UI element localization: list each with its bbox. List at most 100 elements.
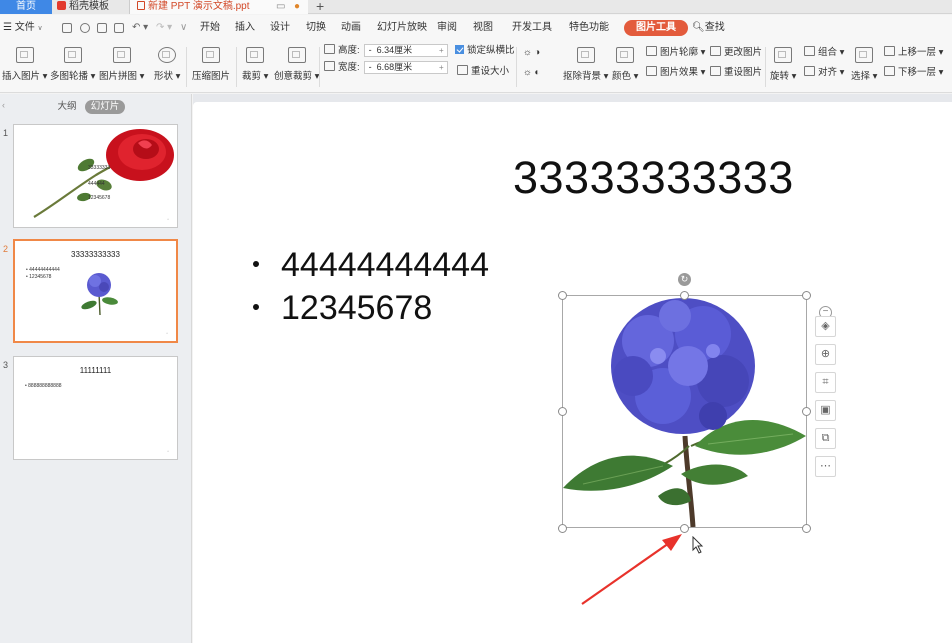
menu-special[interactable]: 特色功能	[569, 15, 609, 41]
width-label: 宽度:	[338, 62, 360, 74]
creative-crop-label: 创意裁剪	[274, 71, 313, 82]
resize-handle[interactable]	[558, 407, 567, 416]
bullet-item[interactable]: 44444444444	[253, 246, 489, 285]
tab-outline[interactable]: 大纲	[54, 100, 80, 114]
menu-view[interactable]: 视图	[473, 15, 493, 41]
hydrangea-thumbnail-image	[81, 273, 118, 316]
lock-ratio-checkbox[interactable]: 锁定纵横比	[455, 44, 515, 58]
height-input[interactable]: - 6.34厘米 +	[363, 44, 448, 57]
resize-handle[interactable]	[680, 291, 689, 300]
zoom-in-icon[interactable]: ⊕	[815, 344, 836, 365]
resize-handle[interactable]	[680, 524, 689, 533]
picture-outline-button[interactable]: 图片轮廓 ▾	[646, 46, 705, 60]
file-menu[interactable]: ☰ 文件 ∨	[3, 15, 43, 41]
color-label: 颜色	[612, 71, 632, 82]
menu-review[interactable]: 审阅	[437, 15, 457, 41]
reset-size-button[interactable]: 重设大小	[457, 65, 509, 79]
menu-animation[interactable]: 动画	[341, 15, 361, 41]
slide-thumbnail-3[interactable]: 11111111 • 888888888888 ▫	[13, 356, 178, 460]
group-button[interactable]: 组合 ▾	[804, 46, 844, 60]
search-button[interactable]: 🔍︎查找	[692, 15, 725, 41]
menu-insert[interactable]: 插入	[235, 15, 255, 41]
picture-effect-button[interactable]: 图片效果 ▾	[646, 66, 705, 80]
align-button[interactable]: 对齐 ▾	[804, 66, 844, 80]
undo-icon[interactable]: ↶ ▾	[132, 15, 148, 41]
print-icon[interactable]	[97, 23, 107, 33]
preview-icon[interactable]	[114, 23, 124, 33]
bullet-dot-icon	[253, 304, 259, 311]
ppt-file-icon	[137, 1, 145, 10]
rotate-handle-icon[interactable]: ↻	[678, 273, 691, 286]
resize-handle[interactable]	[558, 291, 567, 300]
menu-slideshow[interactable]: 幻灯片放映	[377, 15, 427, 41]
tab-document-label: 新建 PPT 演示文稿.ppt	[148, 1, 250, 12]
height-row: 高度: - 6.34厘米 +	[324, 44, 448, 58]
send-backward-button[interactable]: 下移一层 ▾	[884, 66, 943, 80]
layers-icon[interactable]: ◈	[815, 316, 836, 337]
color-button[interactable]: 颜色 ▾	[612, 47, 638, 82]
slide-title[interactable]: 33333333333	[513, 152, 794, 204]
select-icon	[855, 47, 874, 63]
crop-icon[interactable]: ⌗	[815, 372, 836, 393]
remove-background-button[interactable]: 抠除背景 ▾	[563, 47, 608, 82]
menu-developer[interactable]: 开发工具	[512, 15, 552, 41]
rotate-button[interactable]: 旋转 ▾	[770, 47, 796, 82]
tab-document[interactable]: 新建 PPT 演示文稿.ppt ▭ ●	[130, 0, 308, 14]
mouse-pointer-icon	[692, 536, 704, 554]
bullet-item[interactable]: 12345678	[253, 289, 432, 328]
select-label: 选择	[851, 71, 871, 82]
tab-slides[interactable]: 幻灯片	[85, 100, 125, 114]
tab-home[interactable]: 首页	[0, 0, 52, 14]
width-value: 6.68厘米	[376, 62, 413, 72]
tab-templates[interactable]: 稻壳模板	[52, 0, 130, 14]
collapse-panel-icon[interactable]: ‹	[2, 100, 5, 110]
bring-forward-button[interactable]: 上移一层 ▾	[884, 46, 943, 60]
menu-transition[interactable]: 切换	[306, 15, 326, 41]
brightness-up-icon[interactable]: ☼ ◑	[523, 46, 540, 60]
picture-effect-icon	[646, 66, 657, 76]
multi-outline-icon	[63, 47, 82, 63]
resize-handle[interactable]	[558, 524, 567, 533]
slide[interactable]: 33333333333 44444444444 12345678 ↻ − ◈ ⊕…	[193, 102, 952, 643]
multi-outline-button[interactable]: 多图轮播 ▾	[50, 47, 95, 82]
ribbon-divider	[516, 47, 517, 87]
height-icon	[324, 44, 335, 55]
width-icon	[324, 61, 335, 72]
more-chevron-icon[interactable]: ∨	[180, 15, 187, 41]
slide-thumbnail-2[interactable]: 33333333333 • 44444444444 • 12345678 ▫	[13, 239, 178, 343]
selected-picture[interactable]	[562, 295, 807, 528]
menu-start[interactable]: 开始	[200, 15, 220, 41]
select-button[interactable]: 选择 ▾	[851, 47, 877, 82]
creative-crop-button[interactable]: 创意裁剪 ▾	[274, 47, 319, 82]
crop-button[interactable]: 裁剪 ▾	[242, 47, 268, 82]
picture-frame-icon[interactable]: ▣	[815, 400, 836, 421]
reset-picture-button[interactable]: 重设图片	[710, 66, 762, 80]
insert-picture-button[interactable]: 插入图片 ▾	[2, 47, 47, 82]
shape-button[interactable]: 形状 ▾	[154, 47, 180, 82]
slide-number: 1	[3, 128, 9, 138]
picture-replace-icon[interactable]: ⧉	[815, 428, 836, 449]
change-picture-button[interactable]: 更改图片	[710, 46, 762, 60]
resize-handle[interactable]	[802, 291, 811, 300]
export-icon[interactable]	[80, 23, 90, 33]
picture-collage-button[interactable]: 图片拼图 ▾	[99, 47, 144, 82]
save-icon[interactable]	[62, 23, 72, 33]
new-tab-button[interactable]: +	[316, 0, 324, 14]
height-value: 6.34厘米	[376, 45, 413, 55]
resize-handle[interactable]	[802, 524, 811, 533]
remove-bg-label: 抠除背景	[563, 71, 602, 82]
redo-icon[interactable]: ↷ ▾	[156, 15, 172, 41]
change-pic-label: 更改图片	[724, 47, 763, 58]
screen-icon[interactable]: ▭	[276, 0, 285, 14]
resize-handle[interactable]	[802, 407, 811, 416]
menu-design[interactable]: 设计	[270, 15, 290, 41]
width-input[interactable]: - 6.68厘米 +	[363, 61, 448, 74]
contrast-icon[interactable]: ☼ ◐	[523, 66, 540, 80]
more-options-icon[interactable]: ⋯	[815, 456, 836, 477]
height-label: 高度:	[338, 45, 360, 57]
slide-page-mark: ▫	[167, 449, 169, 455]
menu-picture-tools[interactable]: 图片工具	[624, 20, 688, 36]
slide-thumbnail-1[interactable]: 33333333 444444 12345678 ▫	[13, 124, 178, 228]
compress-picture-button[interactable]: 压缩图片	[192, 47, 230, 82]
file-menu-label: 文件	[14, 22, 35, 33]
